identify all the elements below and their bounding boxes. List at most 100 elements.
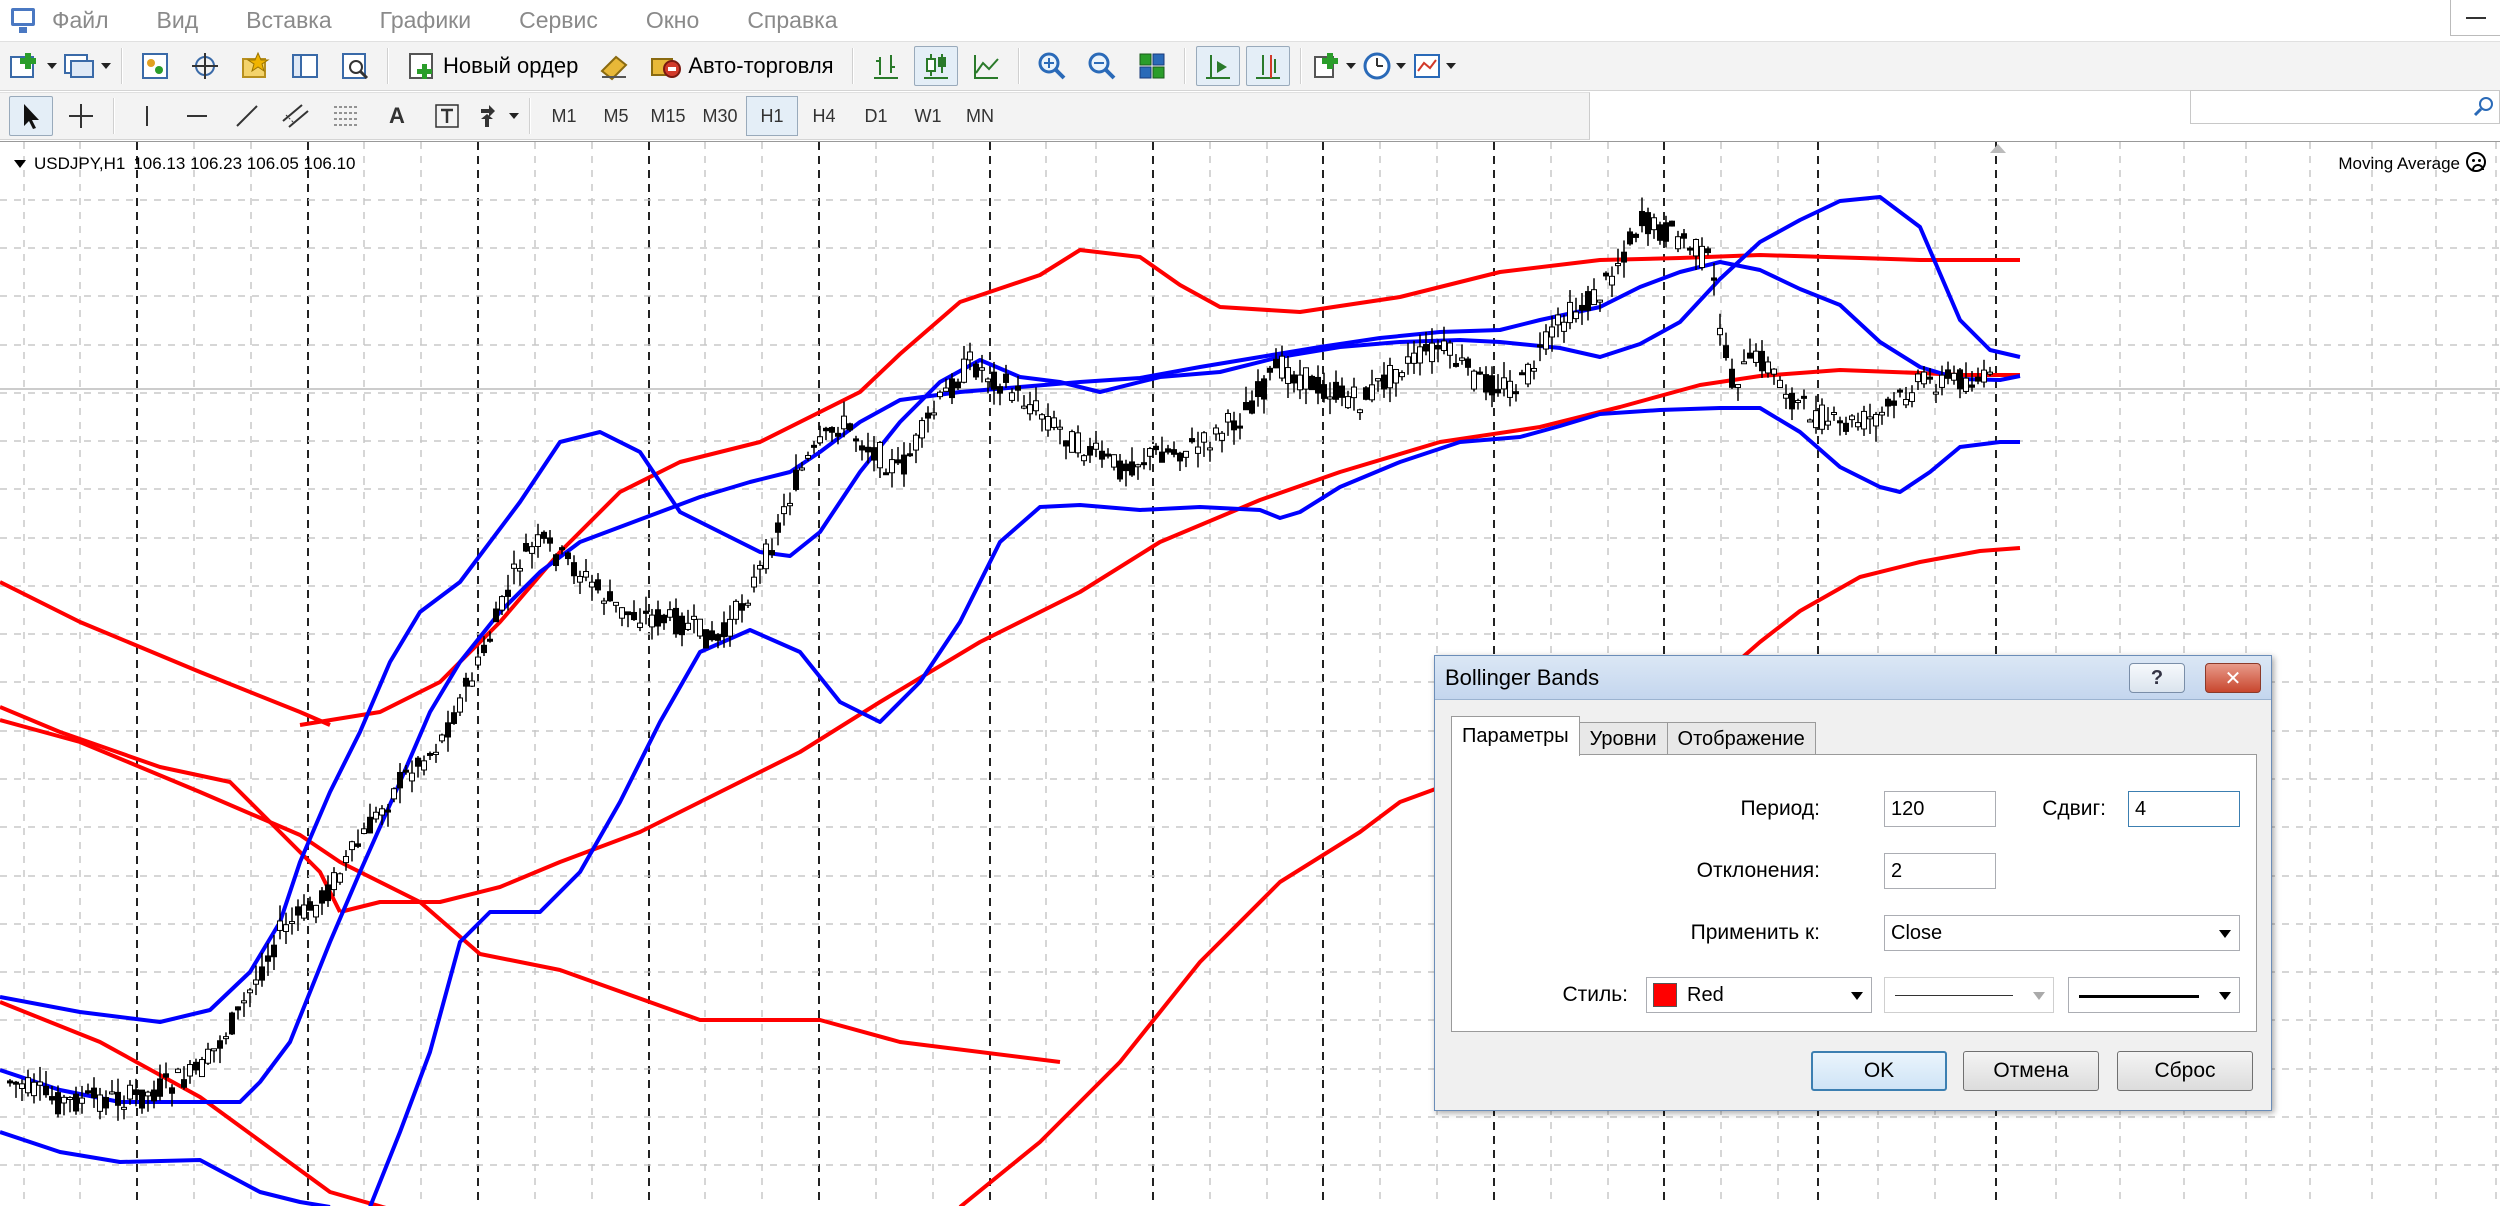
candle-body <box>1879 411 1885 416</box>
candle-body <box>1519 372 1525 376</box>
text-tool-button[interactable]: A <box>375 96 419 136</box>
bar-chart-button[interactable] <box>864 46 908 86</box>
candle-body <box>787 502 793 507</box>
timeframe-m1[interactable]: M1 <box>538 96 590 136</box>
timeframe-h4[interactable]: H4 <box>798 96 850 136</box>
auto-trading-button[interactable]: Авто-торговля <box>642 46 841 86</box>
candle-body <box>775 522 781 533</box>
parameters-panel: Период: Сдвиг: Отклонения: Применить к: … <box>1451 754 2257 1032</box>
candle-body <box>1093 442 1099 450</box>
menu-charts[interactable]: Графики <box>380 7 471 34</box>
color-select[interactable]: Red <box>1646 977 1872 1013</box>
crosshair-tool-button[interactable] <box>59 96 103 136</box>
minimize-button[interactable] <box>2450 0 2500 36</box>
metaeditor-button[interactable] <box>592 46 636 86</box>
candle-body <box>631 611 637 621</box>
tab-display[interactable]: Отображение <box>1666 722 1816 756</box>
market-watch-button[interactable] <box>133 46 177 86</box>
candle-body <box>1549 326 1555 338</box>
zoom-in-button[interactable] <box>1030 46 1074 86</box>
candle-body <box>1243 402 1249 411</box>
candlestick-chart-button[interactable] <box>913 46 958 86</box>
timeframe-mn[interactable]: MN <box>954 96 1006 136</box>
period-input[interactable] <box>1884 791 1996 827</box>
candle-body <box>607 591 613 602</box>
menu-tools[interactable]: Сервис <box>519 7 598 34</box>
candle-body <box>43 1085 49 1096</box>
menu-view[interactable]: Вид <box>157 7 199 34</box>
fibonacci-icon <box>334 106 358 126</box>
dialog-title: Bollinger Bands <box>1445 664 1600 690</box>
app-icon[interactable] <box>8 5 38 35</box>
text-label-tool-button[interactable] <box>425 96 469 136</box>
terminal-button[interactable] <box>283 46 327 86</box>
profiles-button[interactable] <box>63 46 111 86</box>
tab-levels[interactable]: Уровни <box>1578 722 1668 756</box>
candle-body <box>997 386 1003 394</box>
equidistant-channel-button[interactable] <box>275 96 319 136</box>
fibonacci-button[interactable] <box>325 96 369 136</box>
data-window-button[interactable] <box>183 46 227 86</box>
strategy-tester-button[interactable] <box>333 46 377 86</box>
timeframe-h1[interactable]: H1 <box>746 96 798 136</box>
candle-body <box>871 447 877 461</box>
chart-shift-marker[interactable] <box>1990 144 2006 153</box>
menu-file[interactable]: Файл <box>52 7 109 34</box>
zoom-out-button[interactable] <box>1080 46 1124 86</box>
help-button[interactable]: ? <box>2129 663 2185 693</box>
candle-body <box>547 537 553 544</box>
shift-input[interactable] <box>2128 791 2240 827</box>
ok-button[interactable]: OK <box>1811 1051 1947 1091</box>
line-width-select[interactable] <box>2068 977 2240 1013</box>
candle-body <box>715 634 721 641</box>
vertical-line-button[interactable] <box>125 96 169 136</box>
candle-body <box>223 1036 229 1040</box>
apply-to-select[interactable]: Close <box>1884 915 2240 951</box>
candle-body <box>703 629 709 649</box>
timeframe-m5[interactable]: M5 <box>590 96 642 136</box>
templates-button[interactable] <box>1412 46 1456 86</box>
auto-scroll-button[interactable] <box>1195 46 1240 86</box>
timeframe-w1[interactable]: W1 <box>902 96 954 136</box>
deviation-input[interactable] <box>1884 853 1996 889</box>
indicators-button[interactable] <box>1312 46 1356 86</box>
candle-body <box>475 656 481 666</box>
chart-menu-triangle-icon[interactable] <box>14 160 26 168</box>
timeframe-m30[interactable]: M30 <box>694 96 746 136</box>
horizontal-line-button[interactable] <box>175 96 219 136</box>
periods-button[interactable] <box>1362 46 1406 86</box>
timeframe-d1[interactable]: D1 <box>850 96 902 136</box>
candle-body <box>1957 369 1963 390</box>
timeframe-m15[interactable]: M15 <box>642 96 694 136</box>
navigator-icon <box>242 51 270 78</box>
cancel-button[interactable]: Отмена <box>1963 1051 2099 1091</box>
line-chart-button[interactable] <box>964 46 1008 86</box>
candle-body <box>343 856 349 864</box>
candle-body <box>319 890 325 904</box>
search-icon[interactable] <box>2471 95 2495 119</box>
navigator-button[interactable] <box>233 46 277 86</box>
candle-body <box>769 550 775 556</box>
arrows-tool-button[interactable] <box>475 96 519 136</box>
candle-body <box>1633 233 1639 238</box>
menu-insert[interactable]: Вставка <box>246 7 332 34</box>
menu-window[interactable]: Окно <box>646 7 699 34</box>
new-order-button[interactable]: Новый ордер <box>399 46 586 86</box>
close-button[interactable]: ✕ <box>2205 663 2261 693</box>
candle-body <box>721 622 727 638</box>
reset-button[interactable]: Сброс <box>2117 1051 2253 1091</box>
tile-windows-button[interactable] <box>1130 46 1174 86</box>
search-input[interactable] <box>2191 91 2499 123</box>
search-box[interactable] <box>2190 90 2500 124</box>
menu-help[interactable]: Справка <box>747 7 837 34</box>
trendline-button[interactable] <box>225 96 269 136</box>
cursor-tool-button[interactable] <box>9 96 53 136</box>
line-style-select[interactable] <box>1884 977 2054 1013</box>
tab-parameters[interactable]: Параметры <box>1451 716 1580 756</box>
new-chart-button[interactable] <box>9 46 57 86</box>
candle-body <box>739 603 745 611</box>
candle-body <box>1681 233 1687 239</box>
candle-body <box>463 677 469 687</box>
candle-body <box>1651 217 1657 231</box>
chart-shift-button[interactable] <box>1245 46 1290 86</box>
